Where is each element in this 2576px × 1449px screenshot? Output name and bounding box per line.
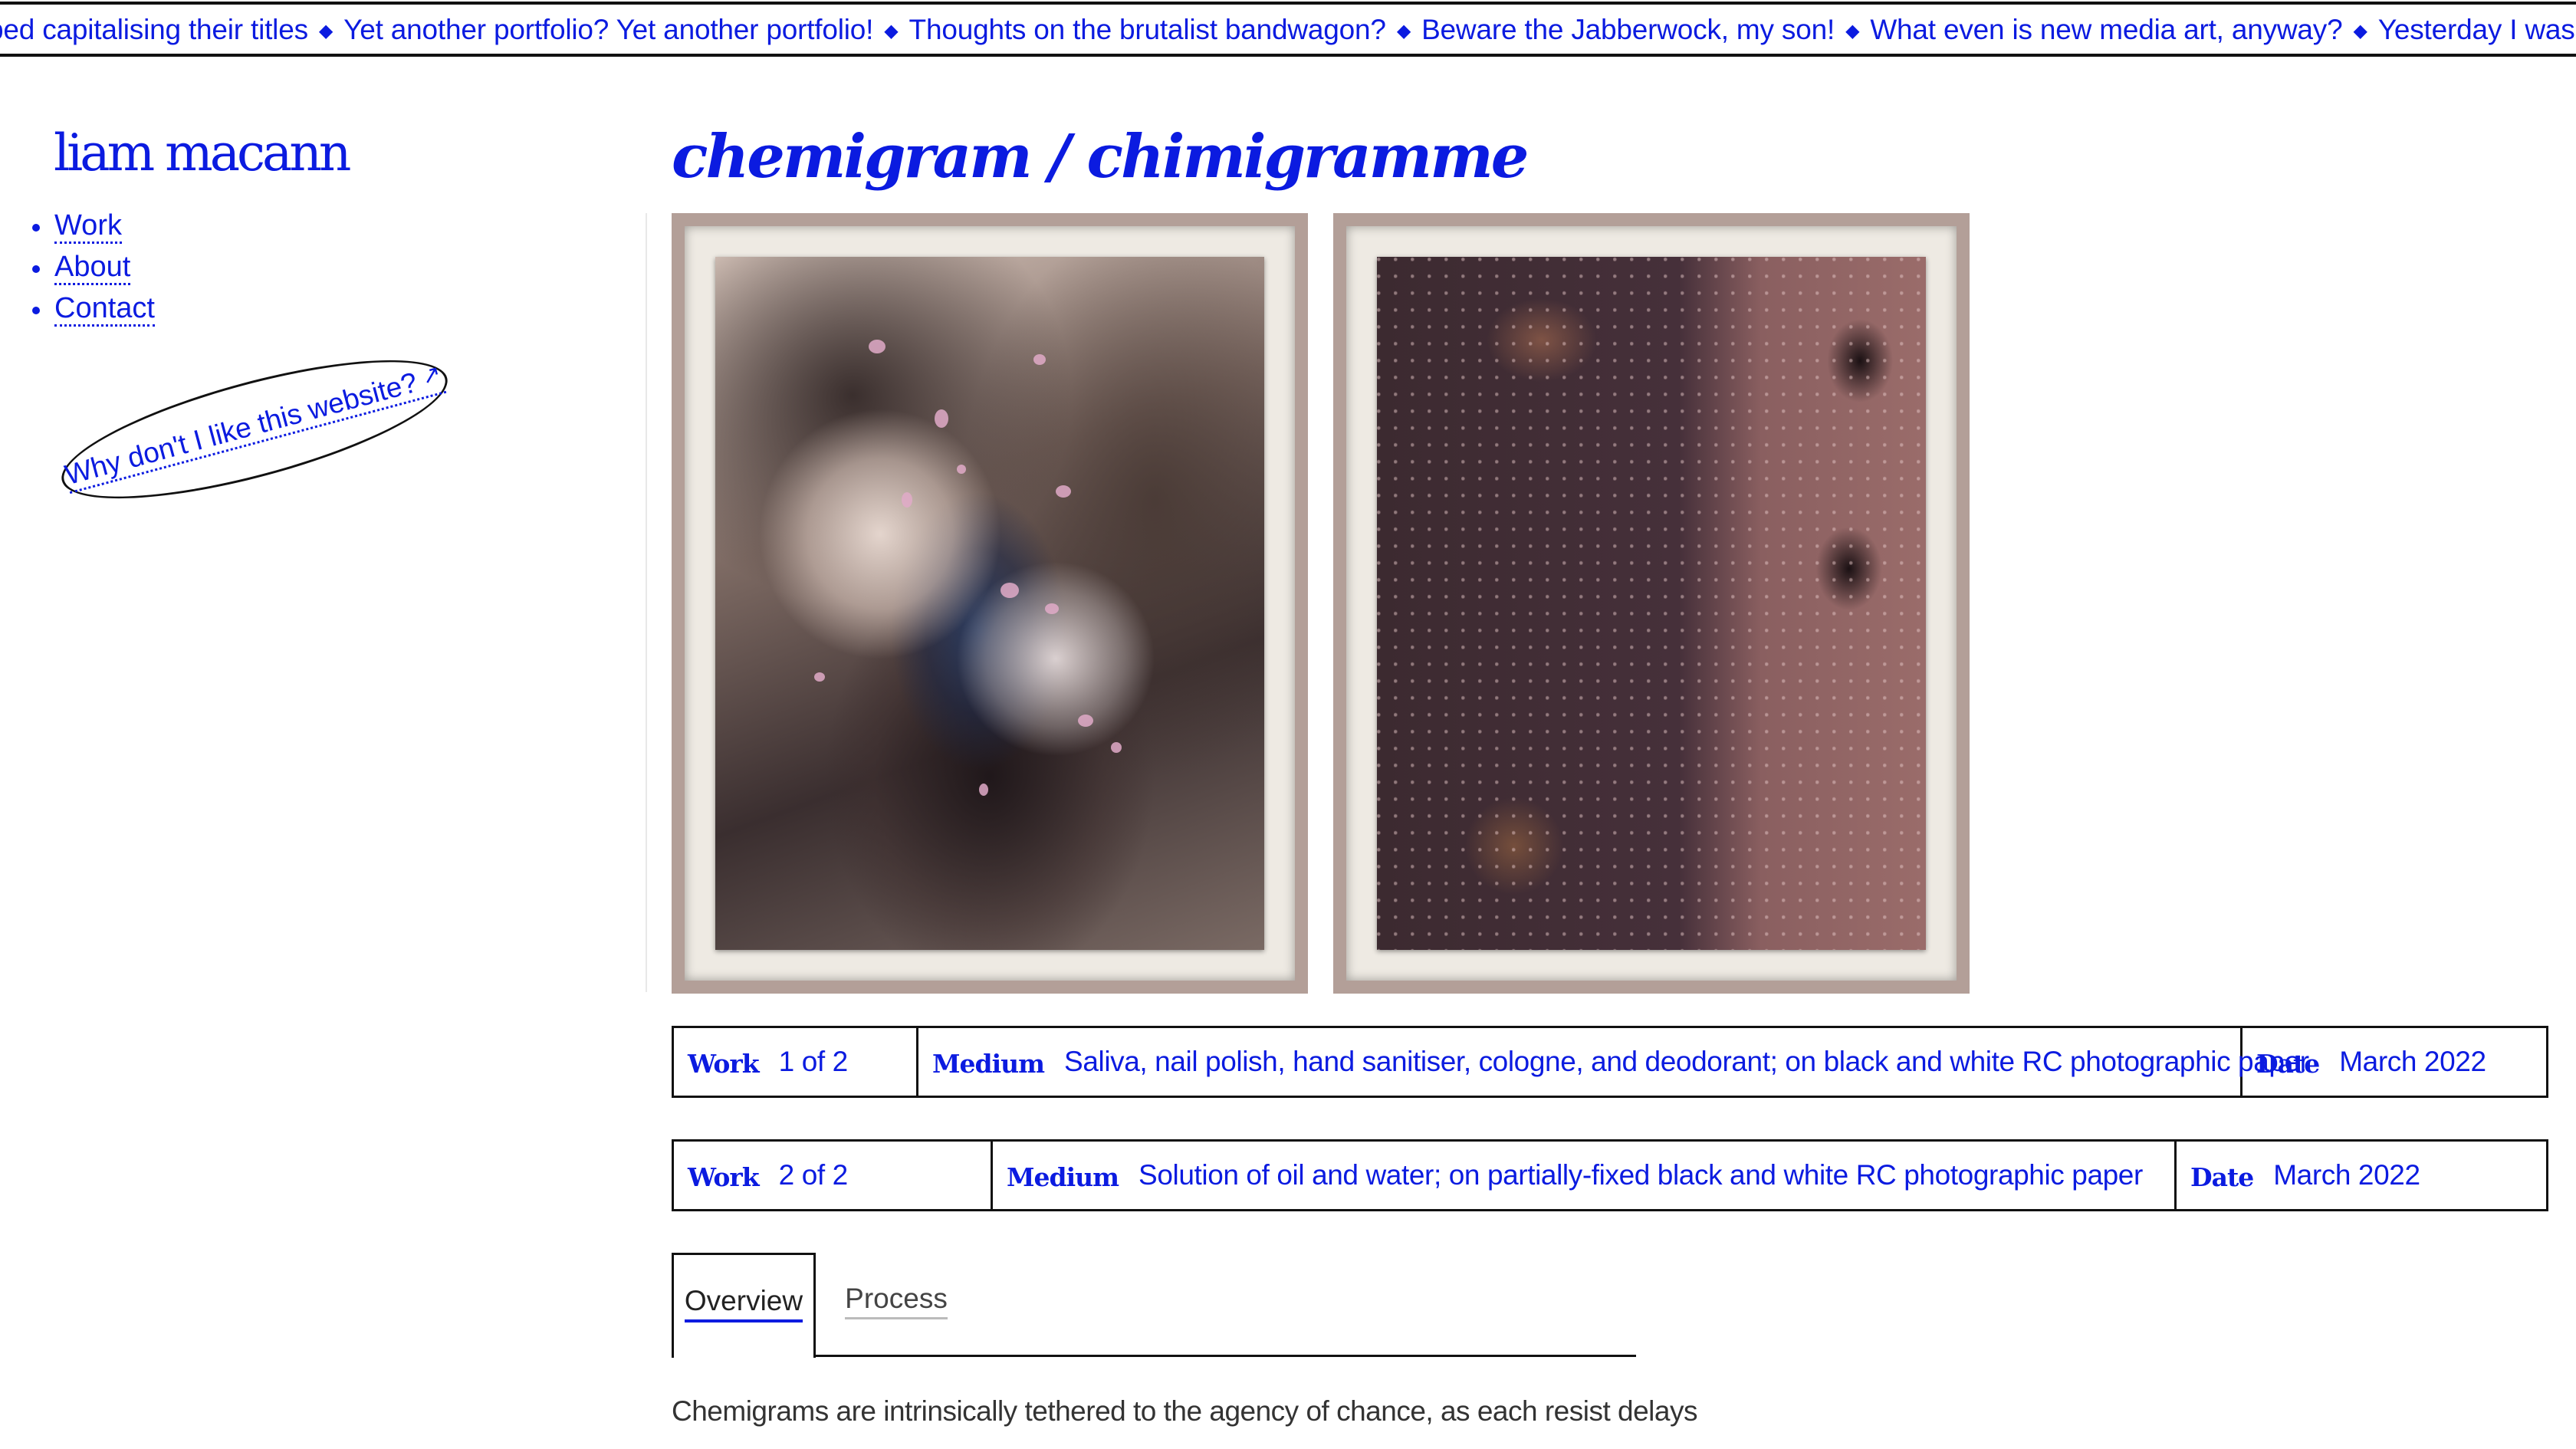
- ticker-item[interactable]: ped capitalising their titles: [0, 14, 308, 45]
- work-number-cell: Work 1 of 2: [674, 1028, 918, 1096]
- overview-text: Chemigrams are intrinsically tethered to…: [672, 1395, 1697, 1427]
- artwork-image-1: [715, 257, 1264, 950]
- diamond-icon: ◆: [1845, 21, 1860, 41]
- ticker-item[interactable]: Yet another portfolio? Yet another portf…: [343, 14, 873, 45]
- ticker-item[interactable]: Yesterday I was an ascetisist; to: [2378, 14, 2576, 45]
- main-nav: Work About Contact: [31, 205, 155, 330]
- medium-cell: Medium Solution of oil and water; on par…: [993, 1142, 2177, 1209]
- medium-label: Medium: [932, 1048, 1045, 1079]
- artwork-image-2: [1377, 257, 1926, 950]
- date-value: March 2022: [2339, 1046, 2486, 1077]
- date-cell: Date March 2022: [2242, 1028, 2546, 1096]
- work-info-row-1: Work 1 of 2 Medium Saliva, nail polish, …: [672, 1026, 2548, 1098]
- ticker-item[interactable]: Thoughts on the brutalist bandwagon?: [909, 14, 1386, 45]
- work-value: 1 of 2: [778, 1046, 849, 1077]
- nav-item-contact: Contact: [31, 288, 155, 330]
- content-tabs: Overview Process: [672, 1253, 1636, 1358]
- diamond-icon: ◆: [2353, 21, 2367, 41]
- page-title: chemigram / chimigramme: [672, 122, 1529, 192]
- tabs-baseline: [672, 1355, 1636, 1357]
- medium-value: Solution of oil and water; on partially-…: [1138, 1159, 2143, 1191]
- external-arrow-icon: ↗: [419, 360, 444, 390]
- why-dislike-label: Why don't I like this website?: [61, 366, 421, 491]
- why-dislike-pill: Why don't I like this website?↗: [49, 331, 460, 527]
- artwork-frame-1[interactable]: [672, 213, 1308, 994]
- work-label: Work: [688, 1048, 760, 1079]
- tab-process[interactable]: Process: [839, 1253, 954, 1357]
- artwork-mat: [1346, 226, 1957, 981]
- site-name[interactable]: liam macann: [54, 123, 351, 184]
- medium-label: Medium: [1007, 1162, 1119, 1192]
- work-number-cell: Work 2 of 2: [674, 1142, 993, 1209]
- nav-link-work[interactable]: Work: [54, 209, 122, 244]
- ticker-item[interactable]: What even is new media art, anyway?: [1870, 14, 2342, 45]
- nav-link-about[interactable]: About: [54, 251, 131, 285]
- why-dislike-link[interactable]: Why don't I like this website?↗: [61, 357, 446, 494]
- tab-overview[interactable]: Overview: [672, 1253, 816, 1358]
- medium-value: Saliva, nail polish, hand sanitiser, col…: [1064, 1046, 2309, 1077]
- work-label: Work: [688, 1162, 760, 1192]
- artwork-frame-2[interactable]: [1333, 213, 1970, 994]
- work-info-row-2: Work 2 of 2 Medium Solution of oil and w…: [672, 1139, 2548, 1211]
- news-ticker: ped capitalising their titles ◆ Yet anothe…: [0, 2, 2576, 57]
- content-divider: [646, 213, 647, 992]
- nav-link-contact[interactable]: Contact: [54, 292, 155, 327]
- ticker-track: ped capitalising their titles ◆ Yet anothe…: [0, 12, 2576, 49]
- artwork-mat: [685, 226, 1295, 981]
- diamond-icon: ◆: [884, 21, 899, 41]
- ticker-item[interactable]: Beware the Jabberwock, my son!: [1421, 14, 1835, 45]
- date-cell: Date March 2022: [2177, 1142, 2546, 1209]
- nav-item-about: About: [31, 247, 155, 288]
- diamond-icon: ◆: [1396, 21, 1411, 41]
- tab-process-label: Process: [845, 1282, 948, 1319]
- date-value: March 2022: [2273, 1159, 2420, 1191]
- tab-overview-label: Overview: [684, 1284, 803, 1322]
- diamond-icon: ◆: [318, 21, 334, 41]
- nav-item-work: Work: [31, 205, 155, 247]
- medium-cell: Medium Saliva, nail polish, hand sanitis…: [918, 1028, 2309, 1096]
- date-label: Date: [2256, 1048, 2320, 1079]
- date-label: Date: [2190, 1162, 2254, 1192]
- work-value: 2 of 2: [778, 1159, 849, 1191]
